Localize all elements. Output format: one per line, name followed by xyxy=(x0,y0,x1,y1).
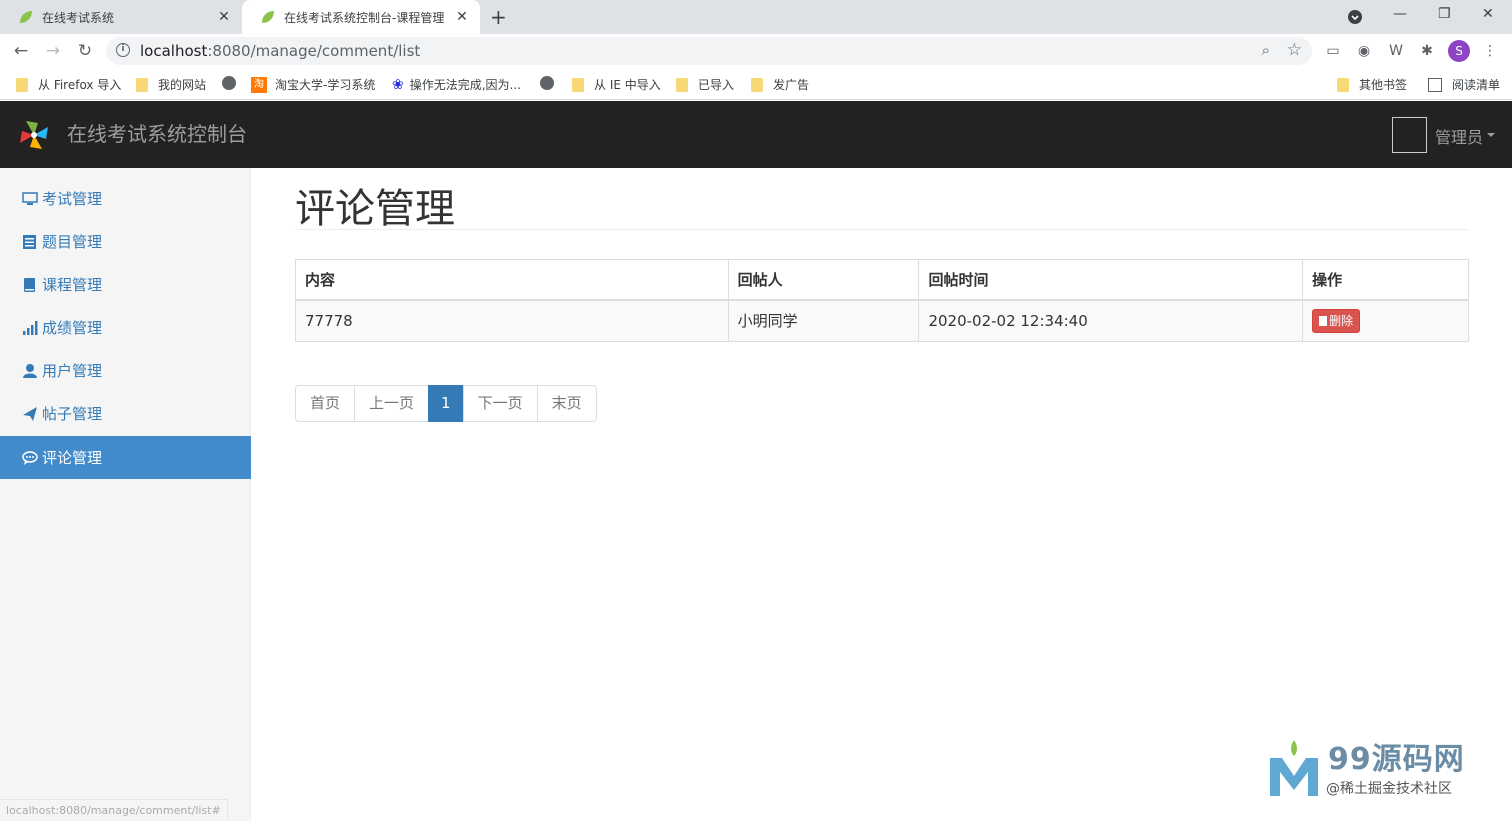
book-icon xyxy=(24,277,35,292)
browser-tab-bar: 在线考试系统 ✕ 在线考试系统控制台-课程管理 ✕ + — ❐ ✕ xyxy=(0,0,1512,34)
page-title: 评论管理 xyxy=(295,186,455,232)
page-prev[interactable]: 上一页 xyxy=(354,385,430,422)
forward-icon[interactable]: → xyxy=(43,41,63,61)
watermark-logo-icon xyxy=(1270,740,1318,796)
address-bar[interactable]: i localhost:8080/manage/comment/list ⌕ ☆ xyxy=(106,37,1312,65)
zoom-icon[interactable]: ⌕ xyxy=(1262,41,1270,59)
bookmark-item[interactable]: 发广告 xyxy=(751,76,809,93)
top-navbar: 在线考试系统控制台 管理员 xyxy=(0,101,1512,168)
tab-close-icon[interactable]: ✕ xyxy=(454,9,470,25)
folder-icon xyxy=(572,77,584,92)
cell-time: 2020-02-02 12:34:40 xyxy=(918,299,1304,342)
list-alt-icon xyxy=(23,234,36,249)
delete-button[interactable]: 删除 xyxy=(1312,308,1361,333)
cell-content: 77778 xyxy=(295,299,729,342)
send-icon xyxy=(23,406,37,421)
sidebar-item-course[interactable]: 课程管理 xyxy=(0,263,251,306)
column-header-time: 回帖时间 xyxy=(918,259,1304,301)
extension-w-icon[interactable]: W xyxy=(1386,41,1406,61)
reading-list[interactable]: 阅读清单 xyxy=(1428,76,1500,93)
url-text[interactable]: localhost:8080/manage/comment/list xyxy=(140,42,420,60)
tab-search-icon[interactable] xyxy=(1347,9,1363,25)
watermark-title: 99源码网 xyxy=(1328,742,1465,777)
watermark: 99源码网 @稀土掘金技术社区 xyxy=(1268,732,1498,802)
new-tab-icon[interactable]: + xyxy=(490,5,507,29)
camera-icon[interactable]: ◉ xyxy=(1354,41,1374,61)
monitor-icon xyxy=(22,191,38,205)
taobao-icon: 淘 xyxy=(251,76,267,93)
extensions-puzzle-icon[interactable]: ✱ xyxy=(1417,41,1437,61)
tab-title: 在线考试系统控制台-课程管理 xyxy=(284,10,445,25)
bookmark-item[interactable]: 已导入 xyxy=(676,76,734,93)
folder-icon xyxy=(16,77,28,92)
sidebar-item-post[interactable]: 帖子管理 xyxy=(0,392,251,435)
bookmark-item[interactable]: 从 IE 中导入 xyxy=(572,76,661,93)
bookmark-item[interactable] xyxy=(540,76,558,90)
caret-down-icon[interactable] xyxy=(1487,133,1495,137)
cell-action: 删除 xyxy=(1302,299,1469,342)
status-bar-url: localhost:8080/manage/comment/list# xyxy=(0,799,228,821)
page-last[interactable]: 末页 xyxy=(536,385,597,422)
leaf-favicon-icon xyxy=(20,11,32,23)
page-current[interactable]: 1 xyxy=(428,385,464,422)
baidu-paw-icon: ❀ xyxy=(392,76,404,93)
sidebar-item-comment[interactable]: 评论管理 xyxy=(0,436,251,479)
comment-table: 内容 回帖人 回帖时间 操作 77778 小明同学 2020-02-02 12:… xyxy=(295,259,1469,342)
reading-list-icon xyxy=(1428,77,1442,92)
brand-title[interactable]: 在线考试系统控制台 xyxy=(67,118,247,147)
bookmark-item[interactable]: 我的网站 xyxy=(136,76,206,93)
sidebar-item-user[interactable]: 用户管理 xyxy=(0,349,251,392)
user-icon xyxy=(23,363,37,378)
column-header-author: 回帖人 xyxy=(727,259,920,301)
table-header-row: 内容 回帖人 回帖时间 操作 xyxy=(295,259,1469,301)
reload-icon[interactable]: ↻ xyxy=(75,41,95,61)
folder-icon xyxy=(676,77,688,92)
browser-toolbar: ← → ↻ i localhost:8080/manage/comment/li… xyxy=(0,34,1512,68)
window-close-icon[interactable]: ✕ xyxy=(1482,6,1494,22)
sidebar-item-question[interactable]: 题目管理 xyxy=(0,220,251,263)
admin-avatar[interactable] xyxy=(1392,117,1427,153)
minimize-icon[interactable]: — xyxy=(1393,6,1407,22)
globe-icon xyxy=(540,76,554,90)
sidebar-item-score[interactable]: 成绩管理 xyxy=(0,306,251,349)
profile-avatar[interactable]: S xyxy=(1448,40,1470,62)
back-icon[interactable]: ← xyxy=(11,41,31,61)
restore-icon[interactable]: ❐ xyxy=(1438,6,1451,22)
browser-tab[interactable]: 在线考试系统 ✕ xyxy=(0,0,242,34)
browser-menu-icon[interactable]: ⋮ xyxy=(1480,41,1500,61)
title-divider xyxy=(295,229,1469,230)
folder-icon xyxy=(136,77,148,92)
tab-title: 在线考试系统 xyxy=(42,10,115,25)
page-first[interactable]: 首页 xyxy=(295,385,356,422)
leaf-favicon-icon xyxy=(262,11,274,23)
admin-name[interactable]: 管理员 xyxy=(1435,124,1483,148)
cell-author: 小明同学 xyxy=(727,299,920,342)
comment-icon xyxy=(22,450,38,465)
watermark-subtitle: @稀土掘金技术社区 xyxy=(1326,781,1452,797)
signal-icon xyxy=(23,320,38,335)
column-header-content: 内容 xyxy=(295,259,729,301)
globe-icon xyxy=(222,76,236,90)
column-header-action: 操作 xyxy=(1302,259,1469,301)
folder-icon xyxy=(751,77,763,92)
extension-cast-icon[interactable]: ▭ xyxy=(1323,41,1343,61)
table-row: 77778 小明同学 2020-02-02 12:34:40 删除 xyxy=(295,299,1469,342)
trash-icon xyxy=(1319,315,1328,326)
sidebar: 考试管理 题目管理 课程管理 成绩管理 用户管理 帖子管理 评论管理 xyxy=(0,168,251,821)
site-info-icon[interactable]: i xyxy=(116,43,130,57)
bookmark-item[interactable] xyxy=(222,76,240,90)
pagination: 首页 上一页 1 下一页 末页 xyxy=(295,385,597,422)
sidebar-item-exam[interactable]: 考试管理 xyxy=(0,177,251,220)
page-next[interactable]: 下一页 xyxy=(462,385,538,422)
tab-close-icon[interactable]: ✕ xyxy=(216,9,232,25)
bookmark-item[interactable]: 从 Firefox 导入 xyxy=(16,76,121,93)
bookmark-star-icon[interactable]: ☆ xyxy=(1287,40,1302,60)
other-bookmarks[interactable]: 其他书签 xyxy=(1337,76,1407,93)
bookmark-item[interactable]: 淘淘宝大学-学习系统 xyxy=(251,76,375,93)
bookmarks-bar: 从 Firefox 导入 我的网站 淘淘宝大学-学习系统 ❀ 操作无法完成,因为.… xyxy=(0,68,1512,100)
folder-icon xyxy=(1337,77,1349,92)
brand-logo-icon[interactable] xyxy=(16,117,52,153)
bookmark-item[interactable]: ❀ 操作无法完成,因为... xyxy=(392,76,521,93)
browser-tab-active[interactable]: 在线考试系统控制台-课程管理 ✕ xyxy=(242,0,480,34)
